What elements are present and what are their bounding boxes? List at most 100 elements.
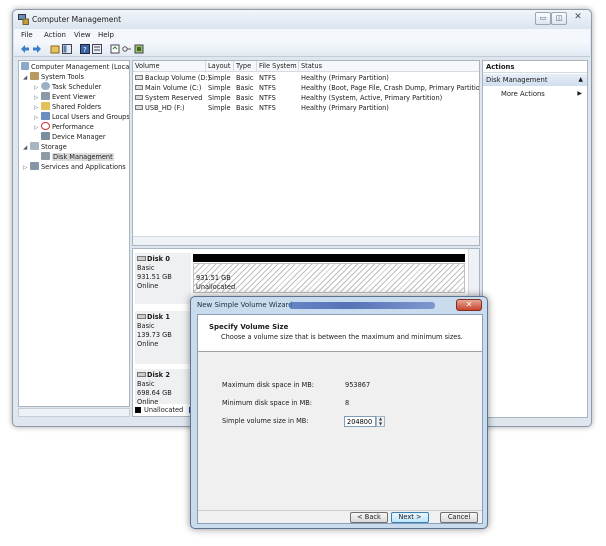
show-tree-icon[interactable]: [62, 44, 72, 54]
volume-name: System Reserved: [145, 94, 203, 102]
tree-item-system-tools[interactable]: ◢ System Tools: [23, 72, 84, 82]
up-folder-icon[interactable]: [50, 44, 60, 54]
tree-item-device-manager[interactable]: Device Manager: [34, 132, 106, 142]
menu-view[interactable]: View: [74, 31, 91, 39]
minimize-button[interactable]: ▭: [535, 12, 551, 25]
volume-name-cell: USB_HD (F:): [135, 103, 185, 113]
volume-icon: [135, 75, 143, 80]
status-cell: Healthy (Primary Partition): [301, 74, 389, 82]
new-simple-volume-wizard: New Simple Volume Wizard ✕ Specify Volum…: [190, 296, 488, 529]
volume-list-horizontal-scrollbar[interactable]: [133, 236, 479, 245]
collapse-arrow-icon[interactable]: ◢: [23, 73, 30, 83]
expand-arrow-icon[interactable]: ▷: [23, 163, 30, 173]
disk-0-unallocated-partition[interactable]: 931.51 GB Unallocated: [193, 263, 465, 293]
help-icon[interactable]: ?: [80, 44, 90, 54]
tree-item-computer-management[interactable]: Computer Management (Local: [21, 62, 129, 72]
disk-type: Basic: [137, 264, 155, 272]
actions-section-disk-management[interactable]: Disk Management ▲: [483, 74, 587, 86]
wizard-close-button[interactable]: ✕: [456, 299, 482, 311]
tree-item-shared-folders[interactable]: ▷ Shared Folders: [34, 102, 101, 112]
tree-item-label: Device Manager: [52, 133, 106, 141]
size-spinner[interactable]: ▲ ▼: [376, 416, 385, 427]
menu-action[interactable]: Action: [44, 31, 66, 39]
volume-icon: [135, 85, 143, 90]
tree-item-task-scheduler[interactable]: ▷ Task Scheduler: [34, 82, 101, 92]
disk-2-label[interactable]: Disk 2 Basic 698.64 GB Online: [135, 369, 191, 406]
tree-item-disk-management[interactable]: Disk Management: [34, 152, 114, 162]
volume-size-label: Simple volume size in MB:: [222, 417, 309, 425]
layout-cell: Simple: [208, 74, 231, 82]
column-header-status[interactable]: Status: [299, 61, 479, 72]
column-header-volume[interactable]: Volume: [133, 61, 206, 72]
type-cell: Basic: [236, 74, 254, 82]
forward-arrow-icon[interactable]: [32, 44, 42, 54]
tree-item-label: Event Viewer: [52, 93, 96, 101]
collapse-arrow-icon[interactable]: ◢: [23, 143, 30, 153]
disk-type: Basic: [137, 380, 155, 388]
event-viewer-icon: [41, 92, 50, 100]
back-button[interactable]: < Back: [350, 512, 388, 523]
volume-name: USB_HD (F:): [145, 104, 185, 112]
max-space-value: 953867: [345, 381, 371, 389]
properties-icon[interactable]: [92, 44, 102, 54]
column-header-file-system[interactable]: File System: [257, 61, 299, 72]
status-cell: Healthy (System, Active, Primary Partiti…: [301, 94, 443, 102]
disk-icon: [137, 372, 146, 377]
back-arrow-icon[interactable]: [20, 44, 30, 54]
close-button[interactable]: ✕: [567, 12, 589, 25]
disk-name: Disk 0: [147, 255, 170, 263]
tree-horizontal-scrollbar[interactable]: [18, 408, 130, 417]
wizard-heading: Specify Volume Size: [209, 323, 289, 331]
disk-icon: [137, 314, 146, 319]
tree-item-label: Services and Applications: [41, 163, 126, 171]
tree-item-storage[interactable]: ◢ Storage: [23, 142, 67, 152]
next-button[interactable]: Next >: [391, 512, 429, 523]
volume-icon: [135, 105, 143, 110]
disk-type: Basic: [137, 322, 155, 330]
volume-icon: [135, 95, 143, 100]
tree-item-performance[interactable]: ▷ Performance: [34, 122, 94, 132]
disk-settings-icon[interactable]: [134, 44, 144, 54]
type-cell: Basic: [236, 104, 254, 112]
column-header-type[interactable]: Type: [234, 61, 257, 72]
tree-item-services-applications[interactable]: ▷ Services and Applications: [23, 162, 126, 172]
status-cell: Healthy (Boot, Page File, Crash Dump, Pr…: [301, 84, 480, 92]
title-bar[interactable]: Computer Management ▭ ◫ ✕: [13, 10, 591, 29]
menu-help[interactable]: Help: [98, 31, 114, 39]
wizard-header: Specify Volume Size Choose a volume size…: [198, 315, 482, 352]
computer-icon: [21, 62, 29, 70]
partition-state: Unallocated: [196, 283, 236, 291]
users-icon: [41, 112, 50, 120]
volume-size-input[interactable]: [344, 416, 376, 427]
collapse-triangle-icon[interactable]: ▲: [578, 76, 583, 83]
disk-size: 931.51 GB: [137, 273, 172, 281]
redacted-bar: [289, 302, 435, 309]
wizard-body: Specify Volume Size Choose a volume size…: [197, 314, 483, 524]
partition-size: 931.51 GB: [196, 274, 231, 282]
disk-1-label[interactable]: Disk 1 Basic 139.73 GB Online: [135, 311, 191, 365]
type-cell: Basic: [236, 84, 254, 92]
type-cell: Basic: [236, 94, 254, 102]
column-header-layout[interactable]: Layout: [206, 61, 234, 72]
submenu-arrow-icon[interactable]: ▶: [577, 90, 582, 97]
layout-cell: Simple: [208, 94, 231, 102]
tree-item-event-viewer[interactable]: ▷ Event Viewer: [34, 92, 95, 102]
tree-item-label: Disk Management: [52, 153, 114, 161]
disk-name: Disk 1: [147, 313, 170, 321]
key-icon[interactable]: [122, 44, 132, 54]
volume-name: Main Volume (C:): [145, 84, 202, 92]
cancel-button[interactable]: Cancel: [440, 512, 478, 523]
disk-0-label[interactable]: Disk 0 Basic 931.51 GB Online: [135, 253, 191, 305]
maximize-button[interactable]: ◫: [551, 12, 567, 25]
tree-item-local-users-groups[interactable]: ▷ Local Users and Groups: [34, 112, 129, 122]
file-system-cell: NTFS: [259, 104, 276, 112]
disk-size: 139.73 GB: [137, 331, 172, 339]
clock-icon: [41, 82, 50, 90]
more-actions-link[interactable]: More Actions: [501, 90, 545, 98]
disk-icon: [137, 256, 146, 261]
menu-file[interactable]: File: [21, 31, 33, 39]
computer-management-icon: [18, 14, 29, 25]
refresh-icon[interactable]: [110, 44, 120, 54]
layout-cell: Simple: [208, 104, 231, 112]
spin-down-icon[interactable]: ▼: [379, 421, 382, 426]
